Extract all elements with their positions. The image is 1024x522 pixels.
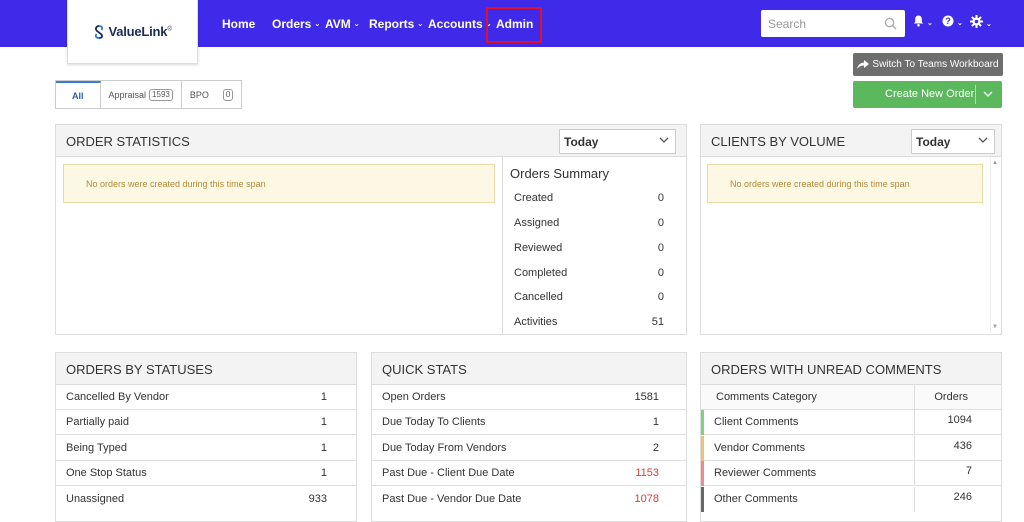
table-row[interactable]: One Stop Status 1 — [56, 461, 356, 486]
empty-notice: No orders were created during this time … — [707, 164, 983, 203]
panel-title: CLIENTS BY VOLUME — [711, 134, 846, 149]
switch-teams-label: Switch To Teams Workboard — [872, 59, 999, 70]
chevron-down-icon — [659, 137, 669, 143]
chevron-down-icon: ⌄ — [417, 21, 424, 28]
empty-notice: No orders were created during this time … — [63, 164, 495, 203]
logo-text: ValueLink® — [108, 24, 172, 39]
table-header-row: Comments Category Orders — [701, 385, 1001, 410]
tab-appraisal[interactable]: Appraisal 1593 — [101, 81, 182, 108]
comment-row[interactable]: Client Comments 1094 — [701, 410, 1001, 435]
button-divider — [975, 85, 976, 104]
scrollbar[interactable] — [990, 157, 1001, 335]
table-row[interactable]: Open Orders 1581 — [372, 385, 686, 410]
panel-header: ORDER STATISTICS Today — [56, 125, 686, 157]
summary-row: Created 0 — [514, 192, 664, 204]
chevron-down-icon: ⌄ — [314, 21, 321, 28]
comment-row[interactable]: Other Comments 246 — [701, 487, 1001, 512]
summary-row: Assigned 0 — [514, 217, 664, 229]
table-row[interactable]: Due Today From Vendors 2 — [372, 436, 686, 461]
logo[interactable]: ValueLink® — [67, 0, 198, 64]
search-icon[interactable] — [884, 17, 897, 30]
panel-header: ORDERS BY STATUSES — [56, 353, 356, 385]
create-new-order-button[interactable]: Create New Order — [853, 81, 1002, 108]
table-row[interactable]: Cancelled By Vendor 1 — [56, 385, 356, 410]
nav-avm[interactable]: AVM ⌄ — [325, 17, 360, 31]
color-indicator — [701, 410, 704, 435]
bell-icon[interactable]: ⌄ — [913, 15, 933, 30]
scroll-up-icon[interactable]: ▲ — [992, 160, 998, 166]
tab-all[interactable]: All — [56, 81, 101, 108]
panel-title: QUICK STATS — [382, 362, 467, 377]
comment-row[interactable]: Reviewer Comments 7 — [701, 461, 1001, 486]
column-header-orders: Orders — [934, 391, 968, 403]
nav-orders[interactable]: Orders ⌄ — [272, 17, 320, 31]
summary-row: Activities 51 — [514, 316, 664, 328]
clients-by-volume-panel: CLIENTS BY VOLUME Today — [700, 124, 1002, 335]
valuelink-logo-icon — [95, 24, 104, 39]
gear-icon[interactable]: ⌄ — [970, 15, 992, 31]
create-order-label: Create New Order — [885, 88, 975, 100]
panel-header: ORDERS WITH UNREAD COMMENTS — [701, 353, 1001, 385]
scroll-down-icon[interactable]: ▼ — [992, 324, 998, 330]
order-type-tabs: All Appraisal 1593 BPO 0 — [55, 80, 243, 109]
summary-row: Cancelled 0 — [514, 291, 664, 303]
admin-highlight-box — [486, 7, 542, 43]
table-row[interactable]: Due Today To Clients 1 — [372, 410, 686, 435]
chevron-down-icon[interactable] — [983, 86, 993, 103]
table-row[interactable]: Partially paid 1 — [56, 410, 356, 435]
nav-accounts[interactable]: Accounts ⌄ — [428, 17, 492, 31]
panel-title: ORDER STATISTICS — [66, 134, 190, 149]
table-row[interactable]: Being Typed 1 — [56, 436, 356, 461]
orders-summary-title: Orders Summary — [510, 166, 609, 181]
search-box — [761, 10, 905, 37]
count-badge: 0 — [222, 88, 234, 101]
table-row[interactable]: Unassigned 933 — [56, 487, 356, 512]
nav-reports[interactable]: Reports ⌄ — [369, 17, 423, 31]
color-indicator — [701, 436, 704, 461]
divider — [502, 157, 503, 335]
order-statistics-panel: ORDER STATISTICS Today — [55, 124, 687, 335]
color-indicator — [701, 461, 704, 486]
table-row[interactable]: Past Due - Vendor Due Date 1078 — [372, 487, 686, 512]
table-row[interactable]: Past Due - Client Due Date 1153 — [372, 461, 686, 486]
question-circle-icon[interactable]: ? ⌄ — [942, 15, 963, 30]
svg-text:?: ? — [945, 16, 951, 26]
comment-row[interactable]: Vendor Comments 436 — [701, 436, 1001, 461]
switch-teams-button[interactable]: Switch To Teams Workboard — [853, 53, 1003, 76]
period-select[interactable]: Today — [559, 129, 676, 154]
period-select[interactable]: Today — [911, 129, 995, 154]
panel-header: QUICK STATS — [372, 353, 686, 385]
column-header-category: Comments Category — [716, 391, 817, 403]
share-arrow-icon — [857, 60, 870, 69]
nav-home[interactable]: Home — [222, 17, 255, 31]
tab-bpo[interactable]: BPO 0 — [182, 81, 241, 108]
count-badge: 1593 — [149, 88, 173, 101]
panel-title: ORDERS BY STATUSES — [66, 362, 213, 377]
summary-row: Reviewed 0 — [514, 242, 664, 254]
chevron-down-icon: ⌄ — [353, 21, 360, 28]
color-indicator — [701, 487, 704, 512]
panel-header: CLIENTS BY VOLUME Today — [701, 125, 1001, 157]
search-input[interactable] — [761, 10, 876, 37]
summary-row: Completed 0 — [514, 267, 664, 279]
chevron-down-icon — [978, 137, 988, 143]
panel-title: ORDERS WITH UNREAD COMMENTS — [711, 362, 942, 377]
